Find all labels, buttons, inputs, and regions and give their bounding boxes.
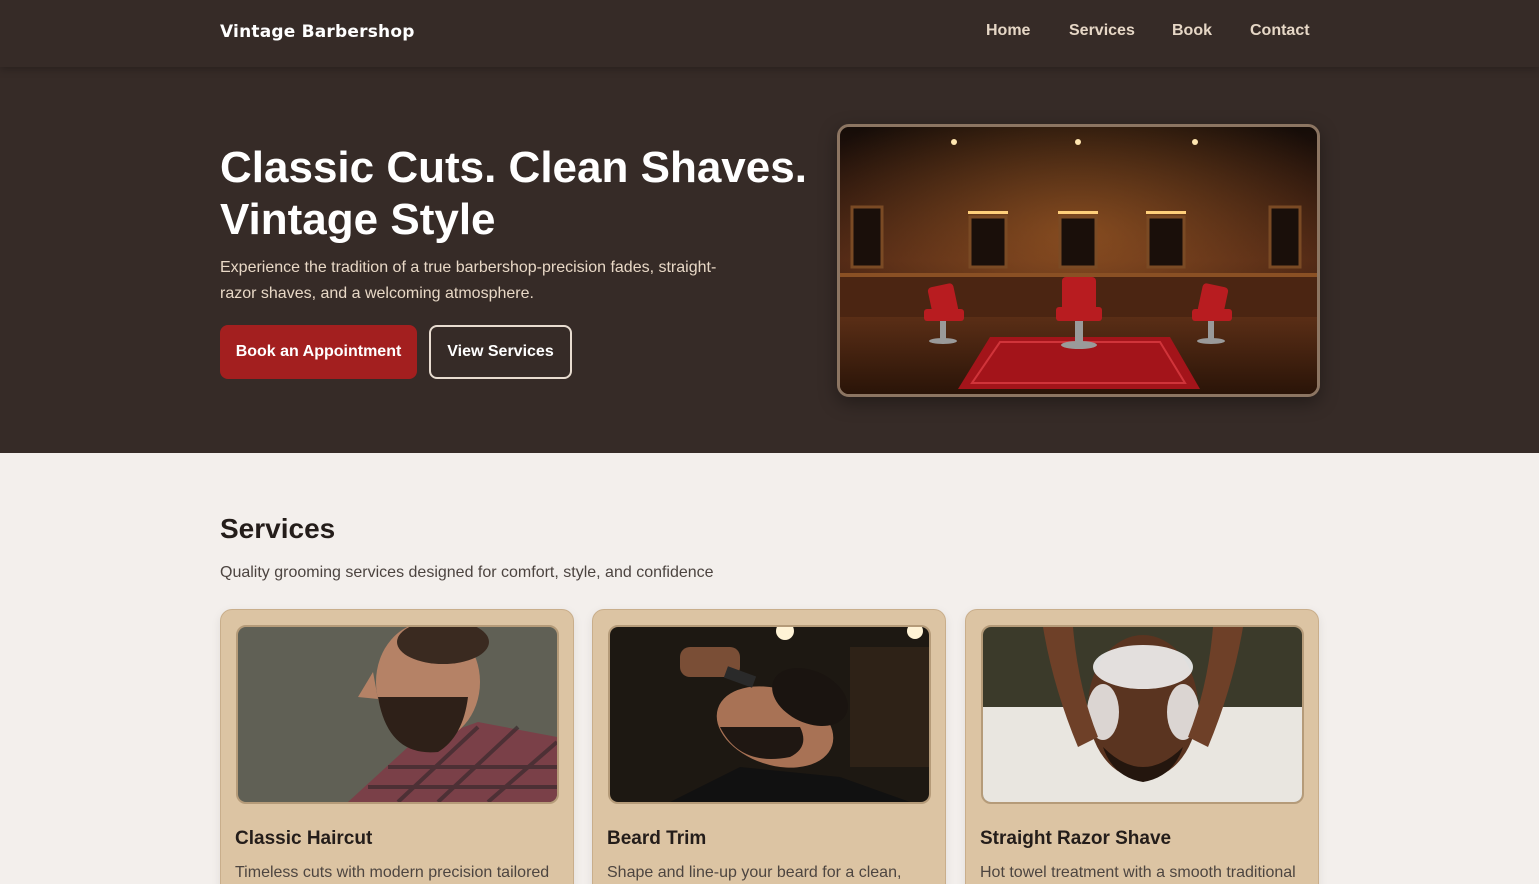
service-card-description: Shape and line-up your beard for a clean…	[607, 864, 902, 881]
nav-link-services[interactable]: Services	[1069, 22, 1135, 40]
view-services-button[interactable]: View Services	[429, 325, 572, 379]
service-card-title: Classic Haircut	[235, 828, 373, 849]
services-subtitle: Quality grooming services designed for c…	[220, 564, 714, 581]
service-card-title: Straight Razor Shave	[980, 828, 1172, 849]
service-card-classic-haircut[interactable]: Classic Haircut Timeless cuts with moder…	[220, 609, 574, 884]
nav-link-contact[interactable]: Contact	[1250, 22, 1310, 40]
nav-link-book[interactable]: Book	[1172, 22, 1212, 40]
barbershop-interior-image	[837, 124, 1320, 397]
book-appointment-button[interactable]: Book an Appointment	[220, 325, 417, 379]
razor-shave-photo	[981, 625, 1304, 804]
beard-trim-photo	[608, 625, 931, 804]
hero-title-line-1: Classic Cuts. Clean Shaves.	[220, 143, 807, 192]
hero-title-line-2: Vintage Style	[220, 195, 496, 244]
service-card-beard-trim[interactable]: Beard Trim Shape and line-up your beard …	[592, 609, 946, 884]
service-card-title: Beard Trim	[607, 828, 707, 849]
hero-subtitle: Experience the tradition of a true barbe…	[220, 259, 717, 302]
services-heading: Services	[220, 513, 336, 544]
service-card-description: Hot towel treatment with a smooth tradit…	[980, 864, 1296, 881]
haircut-photo	[236, 625, 559, 804]
top-nav: Vintage Barbershop Home Services Book Co…	[0, 0, 1539, 67]
service-card-straight-razor-shave[interactable]: Straight Razor Shave Hot towel treatment…	[965, 609, 1319, 884]
service-card-description: Timeless cuts with modern precision tail…	[235, 864, 550, 881]
nav-link-home[interactable]: Home	[986, 22, 1030, 40]
hero-section: Classic Cuts. Clean Shaves. Vintage Styl…	[0, 67, 1539, 453]
hero-title: Classic Cuts. Clean Shaves. Vintage Styl…	[220, 142, 840, 246]
nav-links: Home Services Book Contact	[0, 22, 1539, 44]
